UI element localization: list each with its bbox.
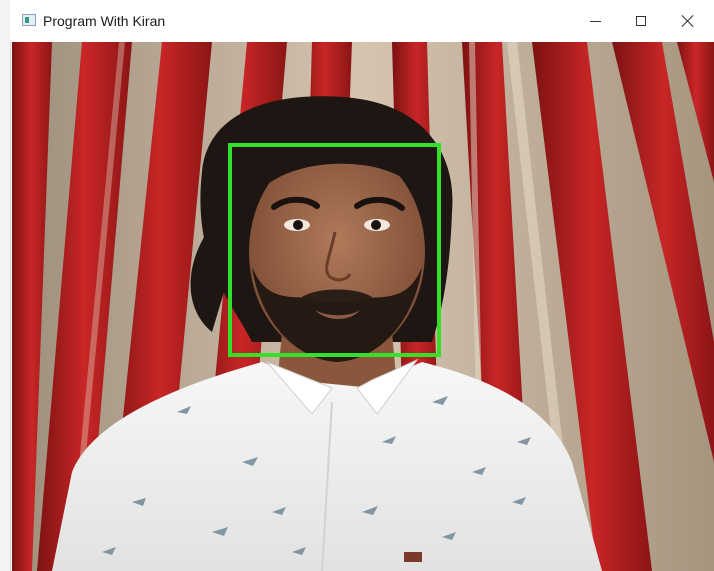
title-bar[interactable]: Program With Kiran — [10, 0, 714, 42]
maximize-icon — [636, 16, 646, 26]
minimize-button[interactable] — [572, 0, 618, 42]
app-window-icon — [22, 14, 36, 26]
window-title: Program With Kiran — [43, 13, 166, 29]
close-icon — [682, 15, 694, 27]
minimize-icon — [589, 20, 601, 22]
maximize-button[interactable] — [618, 0, 664, 42]
video-frame — [12, 42, 714, 571]
app-window: Program With Kiran — [0, 0, 714, 571]
window-left-edge — [0, 0, 11, 571]
webcam-image — [12, 42, 714, 571]
close-button[interactable] — [665, 0, 711, 42]
